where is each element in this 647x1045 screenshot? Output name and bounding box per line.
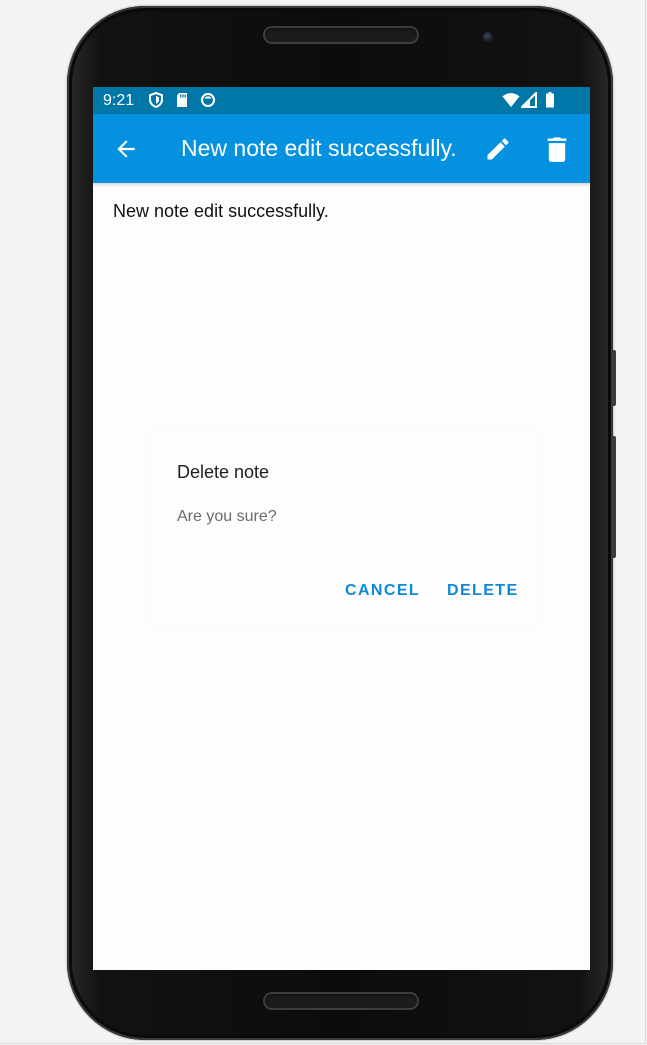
battery-icon <box>546 92 554 108</box>
bottom-speaker <box>263 992 419 1010</box>
front-camera <box>483 32 493 42</box>
arrow-left-icon[interactable] <box>113 136 139 162</box>
volume-button <box>612 350 616 406</box>
sd-card-icon <box>177 93 187 107</box>
pencil-icon[interactable] <box>484 135 512 163</box>
page-title: New note edit successfully. <box>181 135 457 161</box>
delete-dialog: Delete note Are you sure? CANCEL DELETE <box>146 432 539 625</box>
trash-icon[interactable] <box>545 135 569 163</box>
device-screen: 9:21 New note edit successfully. New not… <box>93 87 590 970</box>
app-bar: New note edit successfully. <box>93 114 590 183</box>
shield-icon <box>149 92 163 108</box>
status-bar: 9:21 <box>93 87 590 114</box>
status-time: 9:21 <box>103 92 135 109</box>
dialog-message: Are you sure? <box>177 508 277 525</box>
note-body-text: New note edit successfully. <box>113 201 329 221</box>
dialog-title: Delete note <box>177 462 270 482</box>
wifi-icon <box>502 93 520 107</box>
power-button <box>612 436 616 558</box>
top-speaker <box>263 26 419 44</box>
signal-icon <box>521 92 537 108</box>
delete-button[interactable]: DELETE <box>447 582 519 600</box>
cancel-button[interactable]: CANCEL <box>345 582 420 600</box>
sync-icon <box>201 93 215 107</box>
